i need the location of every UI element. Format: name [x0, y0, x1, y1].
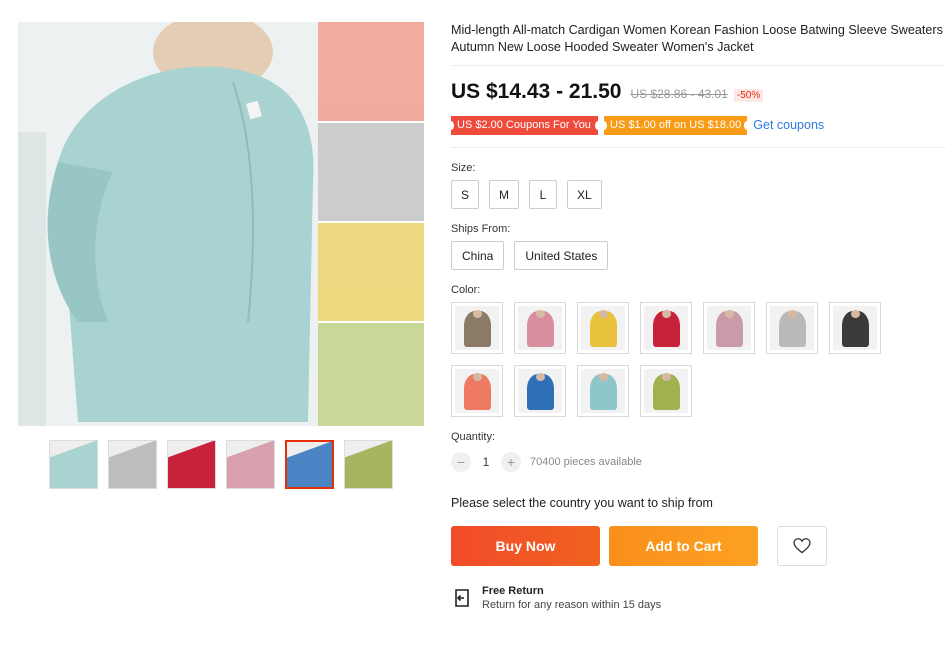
color-option-image [707, 306, 751, 350]
color-option-image [581, 369, 625, 413]
thumbnail-image [345, 441, 392, 488]
side-image-2 [318, 122, 424, 222]
color-option[interactable] [640, 302, 692, 354]
thumbnail-strip [49, 440, 393, 489]
coupon-row: US $2.00 Coupons For You US $1.00 off on… [451, 115, 946, 135]
thumbnail[interactable] [167, 440, 216, 489]
color-options [451, 302, 946, 417]
color-option[interactable] [514, 365, 566, 417]
ships-from-label: Ships From: [451, 223, 511, 235]
size-label: Size: [451, 162, 476, 174]
thumbnail-image [50, 441, 97, 488]
quantity-input[interactable]: 1 [471, 455, 501, 469]
color-option[interactable] [640, 365, 692, 417]
thumbnail-image [227, 441, 274, 488]
size-option[interactable]: XL [567, 180, 602, 209]
return-policy: Free Return Return for any reason within… [451, 585, 946, 611]
order-coupon[interactable]: US $1.00 off on US $18.00 [600, 115, 751, 135]
color-option[interactable] [577, 302, 629, 354]
ships-from-option[interactable]: United States [514, 241, 609, 270]
color-option-image [455, 369, 499, 413]
side-image-4 [318, 322, 424, 426]
thumbnail-image [287, 442, 332, 487]
color-section: Color: [451, 284, 946, 417]
size-option[interactable]: L [529, 180, 558, 209]
size-option[interactable]: S [451, 180, 480, 209]
color-option[interactable] [703, 302, 755, 354]
title-divider [451, 65, 946, 66]
quantity-increase-button[interactable]: + [501, 452, 521, 472]
heart-icon [793, 538, 811, 554]
color-option[interactable] [514, 302, 566, 354]
ships-from-options: China United States [451, 241, 946, 270]
ships-from-option[interactable]: China [451, 241, 505, 270]
color-option-image [770, 306, 814, 350]
current-price: US $14.43 - 21.50 [451, 80, 622, 103]
discount-badge: -50% [733, 89, 764, 102]
wishlist-button[interactable] [777, 526, 827, 566]
color-option[interactable] [829, 302, 881, 354]
get-coupons-link[interactable]: Get coupons [753, 118, 824, 132]
color-option[interactable] [451, 365, 503, 417]
thumbnail[interactable] [49, 440, 98, 489]
coupon-divider [451, 147, 946, 148]
thumbnail[interactable] [108, 440, 157, 489]
buy-now-button[interactable]: Buy Now [451, 526, 600, 566]
product-info: Mid-length All-match Cardigan Women Kore… [451, 22, 946, 611]
color-option-image [644, 369, 688, 413]
thumbnail[interactable] [344, 440, 393, 489]
quantity-available: 70400 pieces available [530, 456, 642, 468]
color-option-image [833, 306, 877, 350]
thumbnail-image [109, 441, 156, 488]
color-option-image [644, 306, 688, 350]
side-image-3 [318, 222, 424, 322]
side-image-1 [318, 22, 424, 122]
color-option-image [518, 369, 562, 413]
thumbnail-image [168, 441, 215, 488]
quantity-section: Quantity: − 1 + 70400 pieces available [451, 431, 946, 472]
add-to-cart-button[interactable]: Add to Cart [609, 526, 758, 566]
return-subtitle: Return for any reason within 15 days [482, 599, 662, 611]
action-buttons: Buy Now Add to Cart [451, 526, 946, 566]
thumbnail[interactable] [285, 440, 334, 489]
color-option-image [518, 306, 562, 350]
store-coupon[interactable]: US $2.00 Coupons For You [451, 115, 598, 135]
size-section: Size: S M L XL [451, 162, 946, 209]
color-label: Color: [451, 284, 481, 296]
color-option[interactable] [577, 365, 629, 417]
color-option[interactable] [451, 302, 503, 354]
size-option[interactable]: M [489, 180, 520, 209]
return-title: Free Return [482, 585, 544, 597]
quantity-label: Quantity: [451, 431, 496, 443]
color-option[interactable] [766, 302, 818, 354]
price-row: US $14.43 - 21.50 US $28.86 - 43.01 -50% [451, 80, 946, 104]
original-price: US $28.86 - 43.01 [630, 87, 728, 101]
ship-country-note: Please select the country you want to sh… [451, 496, 713, 510]
ships-from-section: Ships From: China United States [451, 223, 946, 270]
return-icon [455, 589, 469, 607]
main-product-image[interactable] [18, 22, 424, 426]
size-options: S M L XL [451, 180, 946, 209]
color-option-image [455, 306, 499, 350]
product-photo [18, 22, 424, 426]
color-option-image [581, 306, 625, 350]
thumbnail[interactable] [226, 440, 275, 489]
product-title: Mid-length All-match Cardigan Women Kore… [451, 23, 943, 54]
quantity-stepper: − 1 + 70400 pieces available [451, 452, 946, 472]
quantity-decrease-button[interactable]: − [451, 452, 471, 472]
